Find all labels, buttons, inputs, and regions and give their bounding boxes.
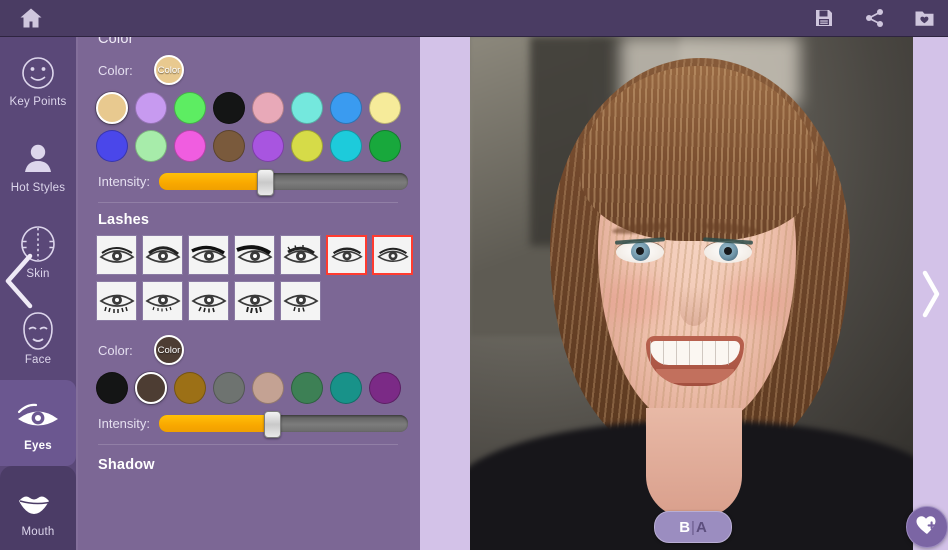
before-after-separator: | — [691, 518, 695, 536]
sidebar-item-hot-styles[interactable]: Hot Styles — [0, 122, 76, 208]
color-picker-button-label: Color — [157, 344, 181, 356]
intensity-slider-fill — [159, 173, 264, 190]
sidebar-item-label: Key Points — [9, 95, 67, 108]
lash-thumbnail[interactable] — [188, 281, 229, 321]
color-swatch[interactable] — [174, 92, 206, 124]
smiley-face-icon — [18, 51, 58, 95]
top-toolbar — [0, 0, 948, 36]
folder-heart-icon[interactable] — [910, 4, 938, 32]
face-outline-icon — [18, 309, 58, 353]
favorite-button[interactable] — [906, 506, 948, 548]
sidebar-item-label: Mouth — [21, 525, 55, 538]
lash-thumbnail[interactable] — [234, 281, 275, 321]
lash-thumbnail[interactable] — [280, 235, 321, 275]
color-swatch[interactable] — [330, 130, 362, 162]
eye-icon — [15, 395, 61, 439]
chevron-right-icon[interactable] — [921, 268, 941, 325]
lash-thumbnail[interactable] — [142, 281, 183, 321]
lash-color-swatch[interactable] — [330, 372, 362, 404]
sidebar-item-label: Hot Styles — [10, 181, 66, 194]
sidebar-item-key-points[interactable]: Key Points — [0, 36, 76, 122]
heart-plus-icon — [915, 514, 939, 541]
color-label: Color: — [98, 62, 133, 78]
lash-color-swatch[interactable] — [213, 372, 245, 404]
color-picker-button[interactable]: Color — [154, 55, 184, 85]
lash-color-swatch[interactable] — [174, 372, 206, 404]
sidebar-item-mouth[interactable]: Mouth — [0, 466, 76, 550]
section-title: Lashes — [98, 212, 150, 228]
intensity-slider-knob[interactable] — [264, 411, 282, 438]
color-swatch[interactable] — [213, 92, 245, 124]
color-swatch[interactable] — [291, 92, 323, 124]
lash-intensity-slider[interactable] — [159, 411, 408, 438]
color-swatch[interactable] — [252, 92, 284, 124]
section-title: Shadow — [98, 457, 155, 473]
section-color: Color Color: Color Intensity: — [76, 36, 420, 203]
color-picker-button-label: Color — [157, 64, 181, 76]
color-swatch[interactable] — [135, 130, 167, 162]
lash-color-swatch-row — [88, 369, 408, 407]
color-swatch[interactable] — [213, 130, 245, 162]
photo-canvas[interactable] — [470, 36, 913, 550]
lash-thumbnail[interactable] — [96, 235, 137, 275]
lash-intensity-row: Intensity: — [88, 407, 408, 438]
lash-thumbnail[interactable] — [188, 235, 229, 275]
sidebar-item-label: Face — [24, 353, 52, 366]
home-icon[interactable] — [16, 4, 46, 32]
intensity-label: Intensity: — [98, 174, 151, 189]
lash-color-swatch[interactable] — [96, 372, 128, 404]
lash-color-swatch[interactable] — [252, 372, 284, 404]
color-swatch[interactable] — [96, 92, 128, 124]
options-panel[interactable]: Color Color: Color Intensity: Lashes Col… — [76, 36, 420, 550]
before-after-button[interactable]: B | A — [654, 511, 732, 543]
intensity-label: Intensity: — [98, 416, 151, 431]
color-swatch-row-2 — [88, 127, 408, 165]
lash-thumbnail[interactable] — [142, 235, 183, 275]
color-swatch[interactable] — [369, 130, 401, 162]
section-shadow: Shadow — [76, 445, 420, 475]
lash-color-picker-button[interactable]: Color — [154, 335, 184, 365]
lash-thumbnail[interactable] — [326, 235, 367, 275]
portrait-image — [470, 36, 913, 550]
canvas-left-margin — [420, 36, 470, 550]
app-root: Key Points Hot Styles Skin Face Eyes Mou… — [0, 0, 948, 550]
intensity-slider[interactable] — [159, 169, 408, 196]
color-swatch[interactable] — [330, 92, 362, 124]
color-swatch[interactable] — [96, 130, 128, 162]
intensity-slider-fill — [159, 415, 272, 432]
next-panel-strip[interactable] — [913, 36, 948, 550]
lash-thumbnail[interactable] — [280, 281, 321, 321]
sidebar-collapse-chevron-left-icon[interactable] — [2, 250, 36, 312]
after-label: A — [695, 518, 707, 536]
color-picker-row: Color: Color — [88, 49, 408, 89]
color-swatch-row-1 — [88, 89, 408, 127]
top-toolbar-actions — [810, 4, 938, 32]
lips-icon — [15, 481, 61, 525]
section-title: Color — [98, 36, 134, 47]
lash-color-swatch[interactable] — [291, 372, 323, 404]
section-lashes: Lashes Color: Color Intensity: — [76, 203, 420, 445]
lash-color-swatch[interactable] — [369, 372, 401, 404]
color-label: Color: — [98, 342, 133, 358]
intensity-slider-knob[interactable] — [256, 169, 274, 196]
color-swatch[interactable] — [291, 130, 323, 162]
color-swatch[interactable] — [174, 130, 206, 162]
lash-color-swatch[interactable] — [135, 372, 167, 404]
save-icon[interactable] — [810, 4, 838, 32]
lash-color-picker-row: Color: Color — [88, 329, 408, 369]
lash-thumbnail[interactable] — [96, 281, 137, 321]
lash-thumbnail[interactable] — [234, 235, 275, 275]
sidebar-item-label: Eyes — [24, 439, 52, 452]
lash-thumbnail[interactable] — [372, 235, 413, 275]
color-swatch[interactable] — [135, 92, 167, 124]
color-swatch[interactable] — [252, 130, 284, 162]
person-bust-icon — [18, 137, 58, 181]
color-swatch[interactable] — [369, 92, 401, 124]
before-label: B — [679, 518, 691, 536]
sidebar-item-eyes[interactable]: Eyes — [0, 380, 76, 466]
share-icon[interactable] — [860, 4, 888, 32]
intensity-row: Intensity: — [88, 165, 408, 196]
lashes-thumbnail-grid — [88, 230, 420, 329]
